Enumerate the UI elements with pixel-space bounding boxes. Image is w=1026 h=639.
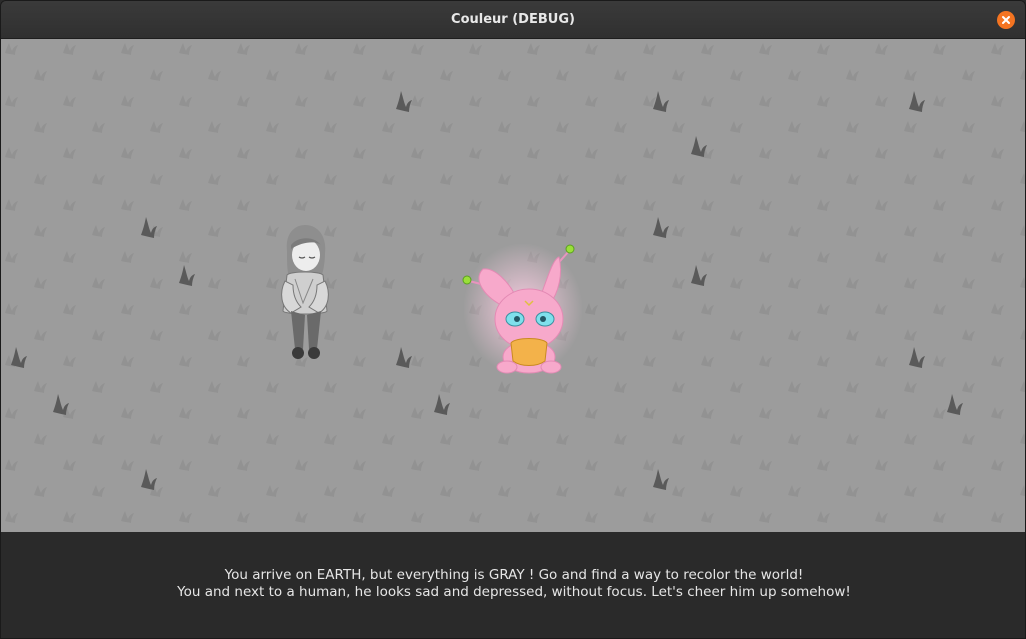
dialog-line-2: You and next to a human, he looks sad an…: [177, 584, 851, 600]
dialog-line-1: You arrive on EARTH, but everything is G…: [224, 567, 804, 583]
game-window: Couleur (DEBUG) You arrive on EARTH, but…: [0, 0, 1026, 639]
game-scene[interactable]: [1, 39, 1025, 532]
dialog-box[interactable]: You arrive on EARTH, but everything is G…: [1, 532, 1025, 638]
window-titlebar[interactable]: Couleur (DEBUG): [1, 1, 1025, 39]
human-character-icon[interactable]: [273, 223, 337, 365]
close-button[interactable]: [997, 11, 1015, 29]
close-icon: [1002, 16, 1010, 24]
pink-alien-character-icon[interactable]: [453, 239, 583, 379]
window-title: Couleur (DEBUG): [451, 12, 575, 27]
